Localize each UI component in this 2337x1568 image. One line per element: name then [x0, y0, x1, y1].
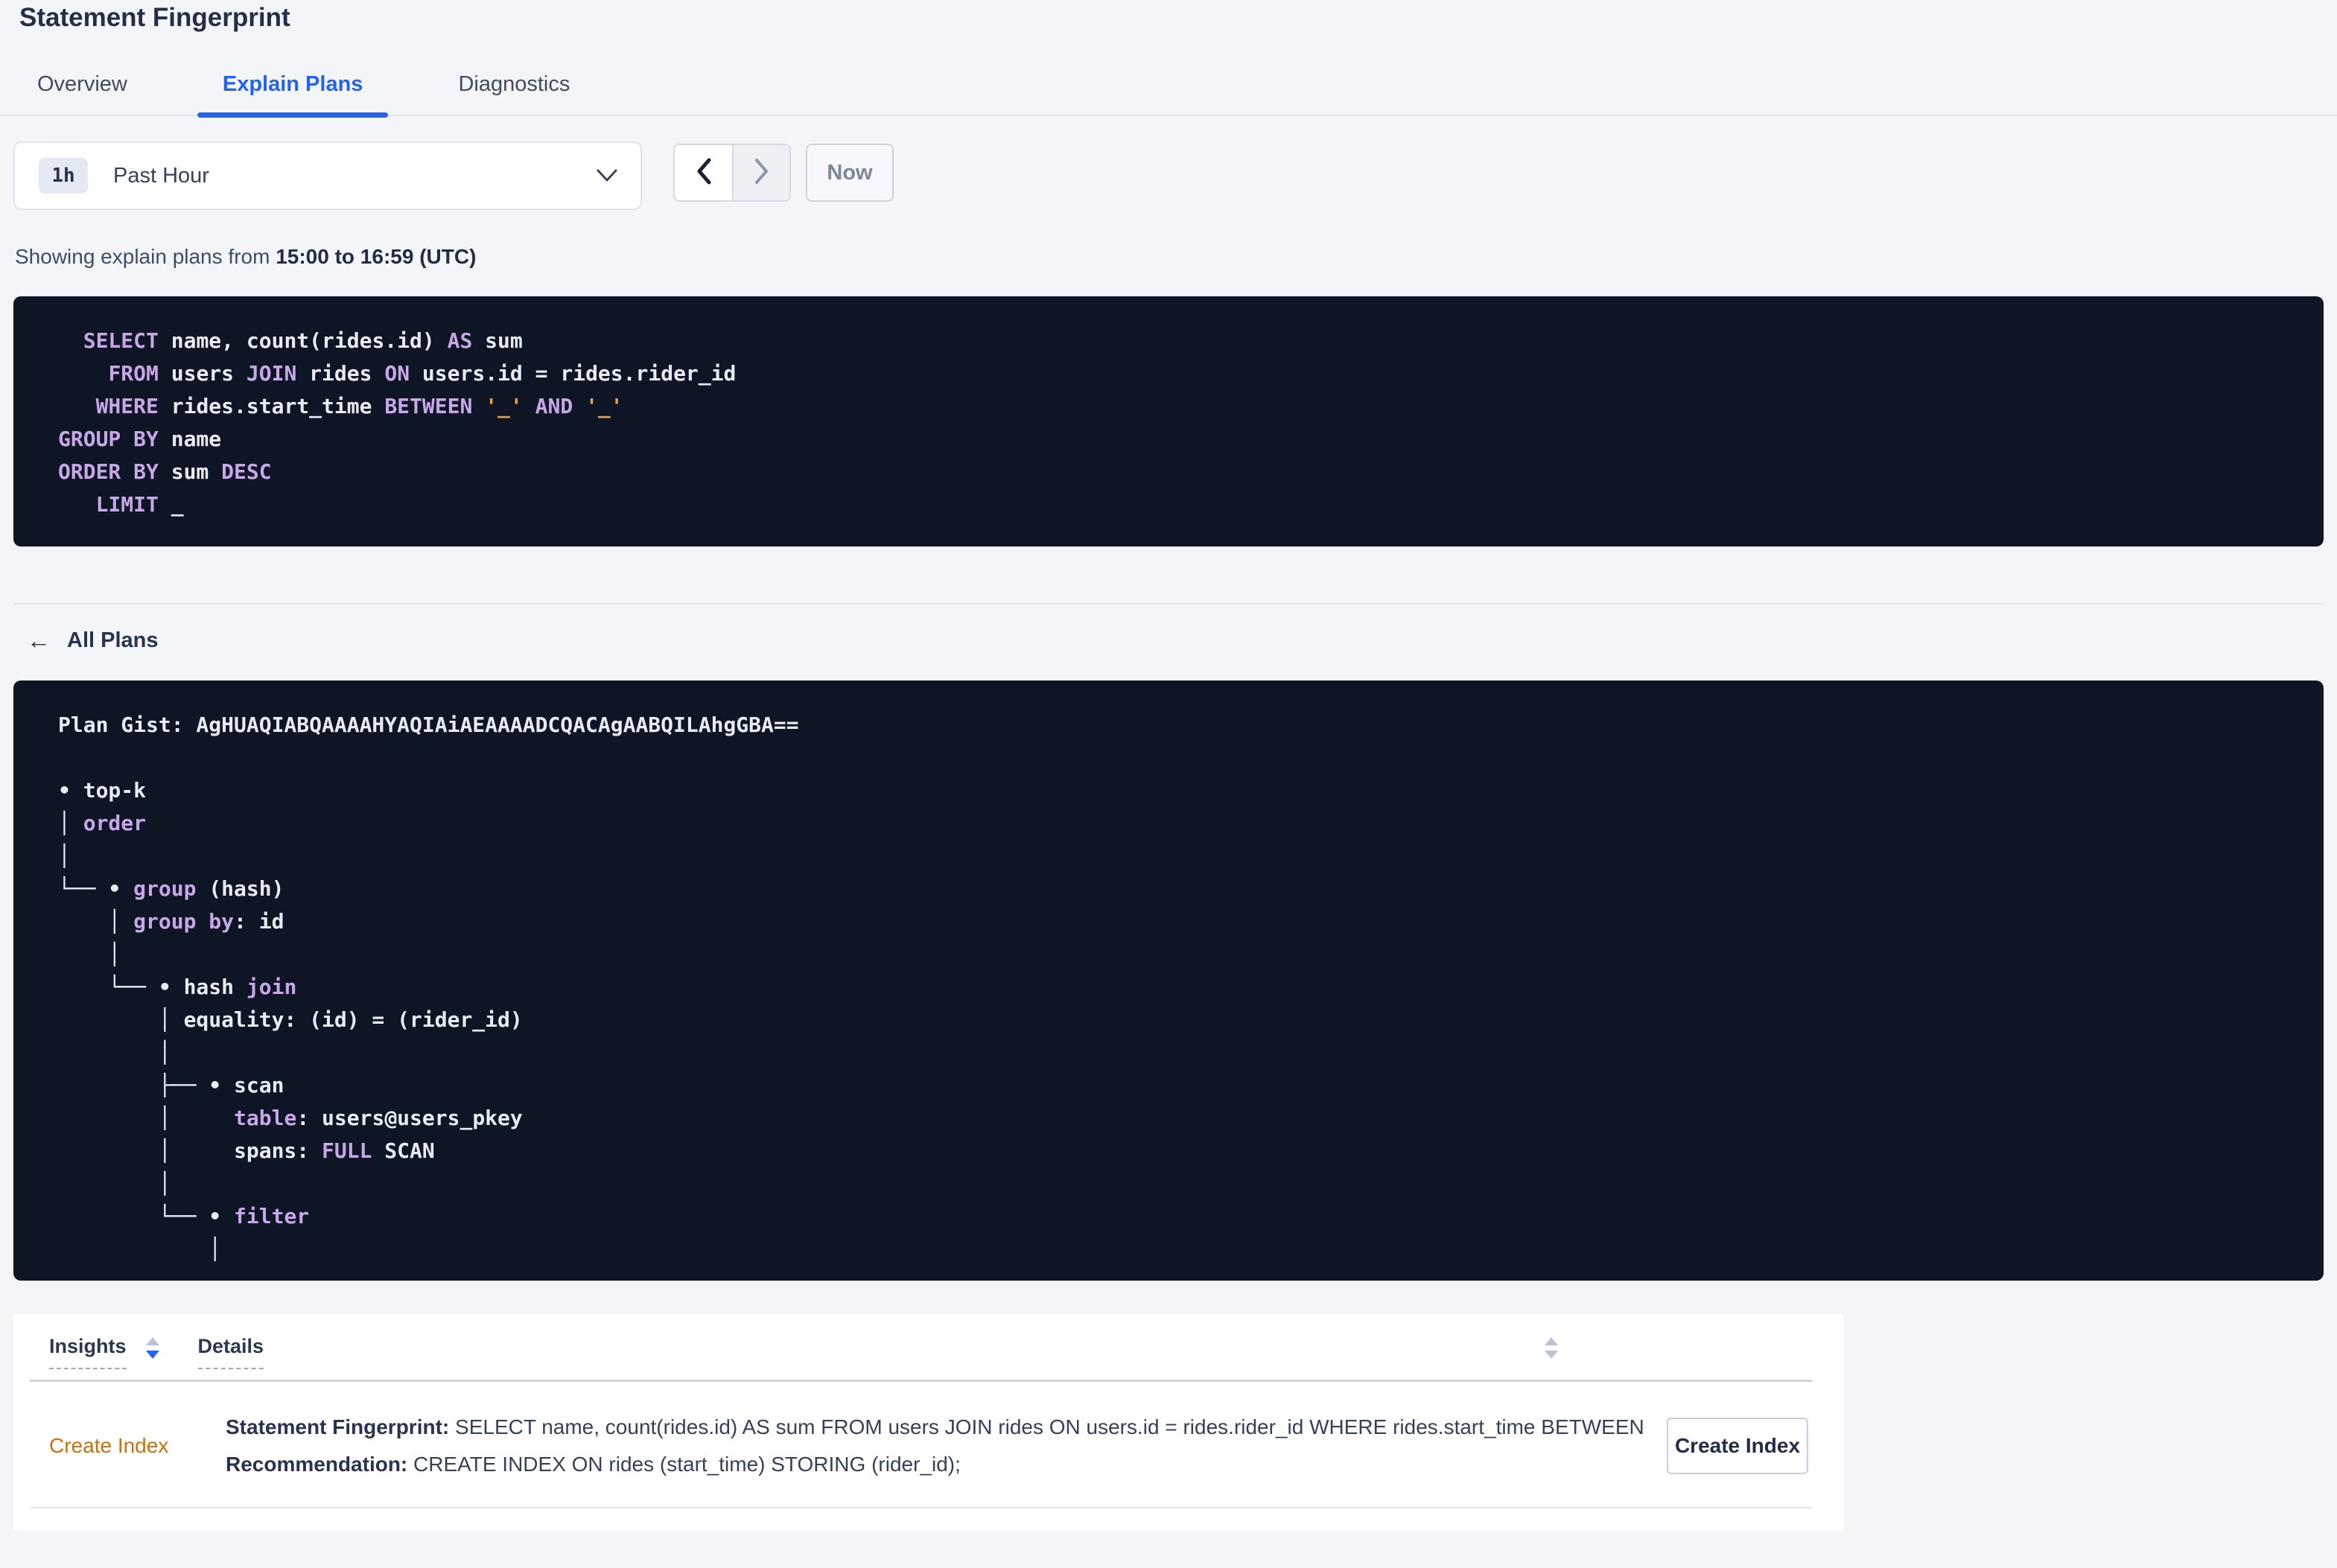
sort-up-arrow	[1545, 1337, 1558, 1345]
plan-gist-text: Plan Gist: AgHUAQIABQAAAAHYAQIAiAEAAAADC…	[58, 713, 799, 737]
page-root: Statement Fingerprint Overview Explain P…	[0, 0, 2337, 1531]
insights-table-header: Insights Details	[13, 1334, 1844, 1369]
plan-gist-block: Plan Gist: AgHUAQIABQAAAAHYAQIAiAEAAAADC…	[13, 681, 2324, 1281]
time-controls: 1h Past Hour Now	[13, 141, 2337, 210]
time-nav-group	[673, 144, 791, 202]
table-row: Create Index Statement Fingerprint: SELE…	[13, 1382, 1844, 1477]
tab-overview[interactable]: Overview	[12, 71, 153, 115]
insights-card: Insights Details Create Index Statement …	[13, 1313, 1844, 1531]
sort-down-arrow	[145, 1351, 159, 1359]
status-time-range: 15:00 to 16:59 (UTC)	[276, 245, 477, 268]
all-plans-link[interactable]: ← All Plans	[27, 627, 159, 654]
tab-explain-plans[interactable]: Explain Plans	[197, 71, 389, 118]
arrow-left-icon: ←	[27, 627, 51, 654]
status-line: Showing explain plans from 15:00 to 16:5…	[15, 244, 2337, 270]
tab-diagnostics[interactable]: Diagnostics	[433, 71, 595, 115]
sql-statement-block: SELECT name, count(rides.id) AS sum FROM…	[13, 296, 2324, 546]
next-time-button[interactable]	[732, 145, 789, 200]
column-header-insights[interactable]: Insights	[49, 1334, 127, 1369]
status-prefix: Showing explain plans from	[15, 245, 276, 268]
sort-icon-details[interactable]	[1545, 1337, 1558, 1359]
fingerprint-label: Statement Fingerprint:	[226, 1415, 450, 1438]
chevron-left-icon	[696, 158, 712, 188]
recommendation-line: Recommendation: CREATE INDEX ON rides (s…	[226, 1452, 1644, 1477]
recommendation-label: Recommendation:	[226, 1453, 408, 1476]
time-range-label: Past Hour	[113, 163, 209, 188]
chevron-down-icon	[596, 169, 618, 182]
create-index-button[interactable]: Create Index	[1667, 1418, 1808, 1474]
time-range-select[interactable]: 1h Past Hour	[13, 141, 642, 210]
fingerprint-line: Statement Fingerprint: SELECT name, coun…	[226, 1415, 1644, 1440]
section-divider	[13, 603, 2324, 605]
time-range-badge: 1h	[39, 158, 88, 194]
plan-tree: • top-k │ order │ └── • group (hash) │ grou…	[58, 778, 523, 1261]
previous-time-button[interactable]	[675, 145, 732, 200]
fingerprint-text: SELECT name, count(rides.id) AS sum FROM…	[449, 1415, 1644, 1438]
sort-down-arrow	[1545, 1351, 1558, 1359]
insight-type-link[interactable]: Create Index	[49, 1434, 226, 1458]
recommendation-text: CREATE INDEX ON rides (start_time) STORI…	[407, 1453, 961, 1476]
tab-bar: Overview Explain Plans Diagnostics	[0, 71, 2337, 118]
now-button[interactable]: Now	[806, 144, 894, 202]
sort-up-arrow	[145, 1337, 159, 1345]
all-plans-label: All Plans	[67, 628, 159, 652]
column-header-details[interactable]: Details	[197, 1334, 264, 1369]
sql-code: SELECT name, count(rides.id) AS sum FROM…	[58, 328, 737, 517]
sort-icon-insights[interactable]	[145, 1337, 159, 1359]
row-divider	[30, 1507, 1812, 1508]
page-title: Statement Fingerprint	[19, 3, 290, 32]
chevron-right-icon	[754, 158, 770, 188]
insight-details-cell: Statement Fingerprint: SELECT name, coun…	[226, 1415, 1644, 1477]
